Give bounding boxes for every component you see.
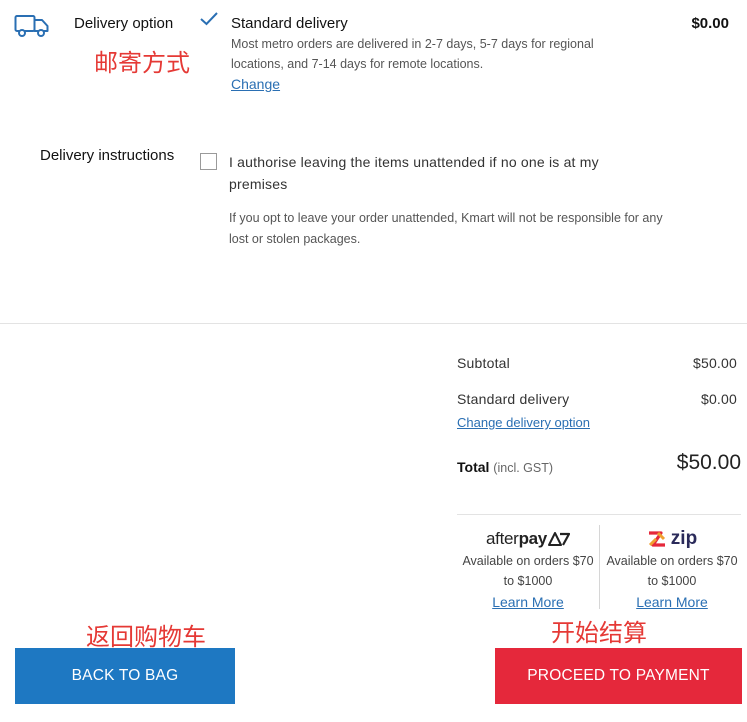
zip-learn-more-link[interactable]: Learn More	[636, 594, 708, 610]
afterpay-logo-a: after	[486, 529, 519, 548]
afterpay-arrows-icon	[547, 532, 570, 546]
back-to-bag-button[interactable]: BACK TO BAG	[15, 648, 235, 704]
section-divider	[0, 323, 747, 324]
subtotal-value: $50.00	[692, 355, 737, 371]
annotation-delivery-method: 邮寄方式	[94, 49, 190, 77]
unattended-note: If you opt to leave your order unattende…	[229, 211, 663, 246]
afterpay-logo: afterpay	[456, 527, 600, 551]
delivery-price: $0.00	[691, 15, 729, 32]
annotation-start-checkout: 开始结算	[551, 619, 647, 647]
total-label: Total (incl. GST)	[457, 459, 553, 475]
zip-logo-text: zip	[670, 528, 698, 549]
change-delivery-link[interactable]: Change	[231, 76, 280, 92]
unattended-checkbox[interactable]	[200, 153, 217, 170]
total-gst-note: (incl. GST)	[493, 461, 554, 475]
afterpay-logo-b: pay	[518, 529, 548, 548]
afterpay-availability: Available on orders $70 to $1000	[462, 554, 594, 588]
delivery-instructions-label: Delivery instructions	[40, 147, 175, 164]
annotation-back-to-bag: 返回购物车	[86, 623, 206, 651]
total-label-text: Total	[457, 459, 490, 475]
delivery-description: Most metro orders are delivered in 2-7 d…	[231, 37, 594, 71]
zip-mark-icon	[648, 531, 665, 547]
delivery-summary-label: Standard delivery	[457, 391, 570, 407]
afterpay-panel: afterpay Available on orders $70 to $100…	[456, 527, 600, 612]
payment-divider	[457, 514, 741, 515]
zip-logo: zip	[600, 527, 744, 551]
check-icon	[199, 11, 219, 27]
delivery-summary-value: $0.00	[700, 391, 737, 407]
zip-panel: zip Available on orders $70 to $1000 Lea…	[600, 527, 744, 612]
afterpay-learn-more-link[interactable]: Learn More	[492, 594, 564, 610]
unattended-checkbox-label[interactable]: I authorise leaving the items unattended…	[229, 151, 629, 195]
delivery-option-label: Delivery option	[74, 15, 174, 32]
zip-availability: Available on orders $70 to $1000	[606, 554, 738, 588]
change-delivery-option-link[interactable]: Change delivery option	[457, 415, 590, 430]
proceed-to-payment-button[interactable]: PROCEED TO PAYMENT	[495, 648, 742, 704]
selected-delivery-title: Standard delivery	[231, 15, 348, 32]
total-value: $50.00	[676, 451, 741, 474]
subtotal-label: Subtotal	[457, 355, 510, 371]
truck-icon	[14, 12, 50, 38]
